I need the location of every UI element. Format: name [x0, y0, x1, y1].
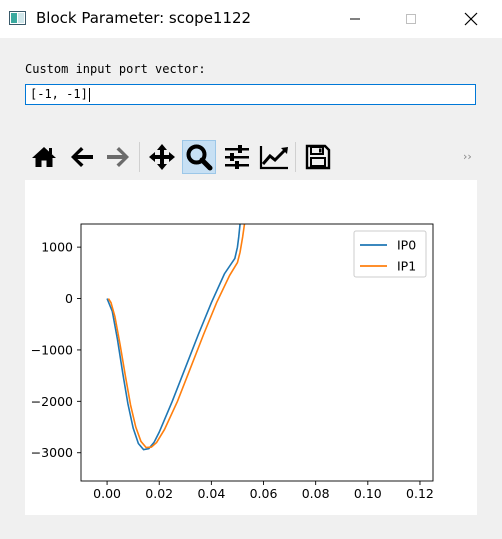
move-icon — [149, 144, 175, 170]
zoom-button[interactable] — [182, 140, 216, 174]
title-bar[interactable]: Block Parameter: scope1122 — [0, 0, 502, 38]
legend-label-IP0: IP0 — [397, 238, 416, 253]
port-vector-value: [-1, -1] — [30, 87, 88, 101]
dialog-window: Block Parameter: scope1122 Custom input … — [0, 0, 502, 539]
x-tick-label: 0.06 — [250, 486, 278, 501]
y-tick-label: −2000 — [31, 394, 73, 409]
series-line-IP0 — [106, 224, 241, 451]
minimize-icon — [350, 18, 360, 20]
y-tick-label: 1000 — [41, 240, 73, 255]
forward-button[interactable] — [101, 140, 135, 174]
home-icon — [32, 147, 56, 167]
arrow-left-icon — [71, 147, 93, 167]
x-tick-label: 0.02 — [145, 486, 173, 501]
toolbar-separator — [139, 142, 140, 172]
port-vector-label: Custom input port vector: — [25, 62, 206, 76]
customize-button[interactable] — [257, 140, 291, 174]
close-icon — [464, 12, 478, 26]
pan-button[interactable] — [145, 140, 179, 174]
y-tick-label: −1000 — [31, 342, 73, 357]
magnifier-icon — [186, 144, 213, 171]
x-tick-label: 0.12 — [406, 486, 434, 501]
text-caret — [88, 87, 90, 102]
series-line-IP1 — [107, 224, 246, 449]
minimize-button[interactable] — [332, 0, 378, 38]
back-button[interactable] — [65, 140, 99, 174]
line-chart: 0.00 0.02 0.04 0.06 0.08 0.10 0.12 1000 0 −1000 −2… — [31, 223, 434, 501]
toolbar-separator — [295, 142, 296, 172]
home-button[interactable] — [27, 140, 61, 174]
subplots-button[interactable] — [220, 140, 254, 174]
window-title: Block Parameter: scope1122 — [36, 9, 252, 27]
save-button[interactable] — [301, 140, 335, 174]
arrow-right-icon — [107, 147, 129, 167]
x-tick-label: 0.04 — [197, 486, 225, 501]
legend-label-IP1: IP1 — [397, 259, 416, 274]
x-tick-label: 0.10 — [354, 486, 382, 501]
maximize-icon — [406, 14, 416, 24]
floppy-disk-icon — [305, 144, 331, 170]
port-vector-input[interactable]: [-1, -1] — [25, 84, 476, 105]
plot-toolbar — [25, 138, 477, 178]
app-icon — [9, 11, 26, 25]
maximize-button[interactable] — [388, 0, 434, 38]
x-tick-label: 0.00 — [93, 486, 121, 501]
x-tick-label: 0.08 — [302, 486, 330, 501]
y-tick-label: 0 — [65, 291, 73, 306]
line-chart-icon — [259, 146, 288, 170]
y-tick-label: −3000 — [31, 445, 73, 460]
sliders-icon — [225, 145, 249, 169]
close-button[interactable] — [448, 0, 494, 38]
toolbar-overflow-button[interactable]: ›› — [463, 150, 472, 163]
plot-canvas[interactable]: 0.00 0.02 0.04 0.06 0.08 0.10 0.12 1000 0 −1000 −2… — [25, 180, 477, 515]
